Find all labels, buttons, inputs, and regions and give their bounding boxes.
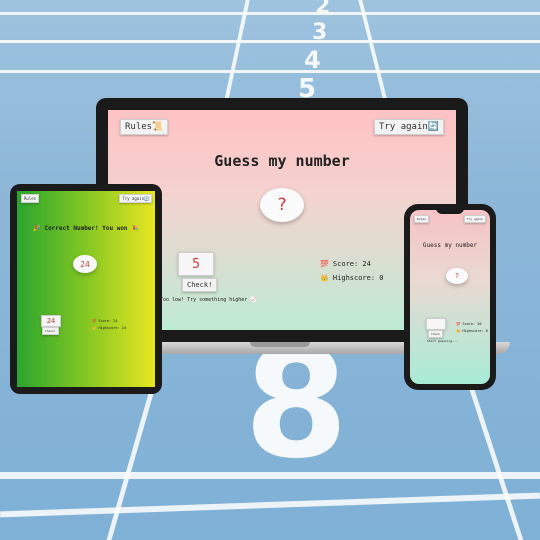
highscore-text: 👑 Highscore: 0	[456, 329, 488, 333]
score-text: 💯 Score: 24	[320, 260, 371, 268]
lane-line	[469, 390, 524, 540]
try-again-button[interactable]: Try again🔄	[119, 194, 152, 203]
rules-button[interactable]: Rules📜	[120, 119, 169, 135]
guess-input[interactable]: 5	[178, 252, 214, 276]
check-button[interactable]: Check!	[182, 278, 218, 292]
page-title: 🎉 Correct Number! You won 🎉	[33, 225, 139, 232]
guess-input[interactable]	[426, 318, 446, 330]
secret-number-box: ?	[446, 268, 468, 284]
phone-notch	[436, 208, 464, 214]
tablet-screen: Rules Try again🔄 🎉 Correct Number! You w…	[17, 191, 155, 387]
laptop-notch	[250, 342, 310, 347]
page-title: Guess my number	[214, 152, 350, 170]
try-again-button[interactable]: Try again	[463, 215, 486, 223]
lane-line	[106, 390, 155, 540]
lane-line	[0, 12, 540, 15]
lane-line	[222, 0, 250, 110]
score-text: 💯 Score: 24	[92, 319, 118, 323]
lane-number: 4	[304, 46, 321, 74]
score-text: 💯 Score: 20	[456, 322, 482, 326]
lane-line	[358, 0, 390, 110]
rules-button[interactable]: Rules	[414, 215, 430, 223]
lane-number: 2	[315, 0, 331, 19]
page-title: Guess my number	[422, 242, 478, 249]
check-button[interactable]: Check	[428, 330, 444, 338]
secret-number-box: 24	[73, 255, 97, 273]
lane-number: 3	[312, 20, 328, 45]
check-button[interactable]: Check!	[42, 327, 59, 335]
lane-line	[0, 492, 540, 518]
rules-button[interactable]: Rules	[21, 194, 40, 203]
try-again-button[interactable]: Try again🔄	[374, 119, 444, 135]
highscore-text: 👑 Highscore: 24	[92, 326, 126, 330]
guess-input[interactable]: 24	[41, 315, 61, 327]
status-message: Start guessing...	[427, 339, 458, 343]
secret-number-box: ?	[260, 188, 304, 222]
phone-screen: Rules Try again Guess my number ? Check …	[410, 210, 490, 384]
lane-line	[0, 70, 540, 73]
highscore-text: 👑 Highscore: 0	[320, 274, 384, 282]
lane-line	[0, 40, 540, 43]
status-message: Too low! Try something higher 📈	[160, 297, 257, 303]
